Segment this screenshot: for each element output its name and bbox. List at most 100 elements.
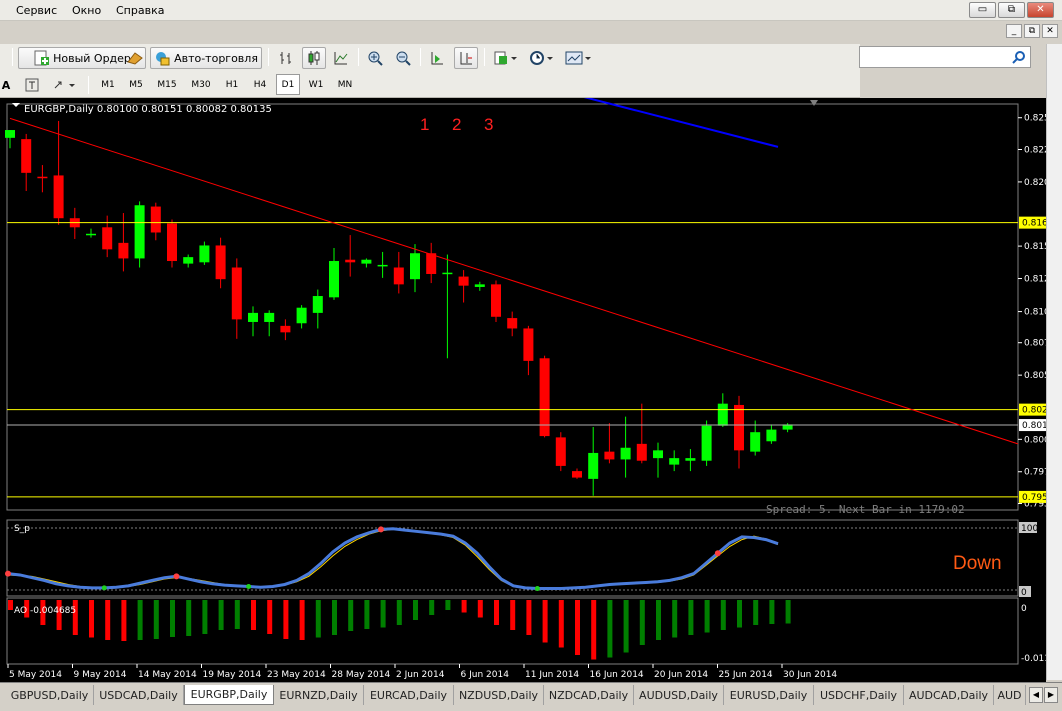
- search-input[interactable]: [859, 46, 1031, 68]
- zoom-in-icon[interactable]: [364, 47, 386, 69]
- symbol-tab-audusd[interactable]: AUDUSD,Daily: [634, 685, 724, 705]
- menu-bar: Сервис Окно Справка ▭ ⧉ ✕: [0, 0, 1062, 21]
- ao-bar: [315, 600, 321, 638]
- candle-body: [442, 272, 453, 275]
- expert-icon[interactable]: [124, 47, 146, 69]
- close-button[interactable]: ✕: [1027, 2, 1054, 18]
- timeframe-m15[interactable]: M15: [152, 74, 182, 95]
- stoch-label: S_p: [14, 524, 30, 534]
- new-order-icon: [34, 50, 50, 66]
- date-label: 25 Jun 2014: [719, 670, 773, 680]
- candlestick-icon[interactable]: [302, 47, 326, 69]
- tab-scroll-right-icon[interactable]: ▶: [1044, 687, 1058, 703]
- search-icon[interactable]: [1012, 50, 1026, 64]
- timeframe-h1[interactable]: H1: [220, 74, 244, 95]
- stoch-scale-0: 0: [1021, 588, 1027, 598]
- minimize-button[interactable]: ▭: [969, 2, 996, 18]
- ao-bar: [672, 600, 678, 638]
- timeframe-m30[interactable]: M30: [186, 74, 216, 95]
- symbol-tab-usdcad[interactable]: USDCAD,Daily: [94, 685, 184, 705]
- candle-body: [377, 264, 388, 267]
- vertical-scrollbar[interactable]: [1046, 44, 1062, 680]
- candle-body: [426, 253, 437, 274]
- ao-bar: [137, 600, 143, 640]
- candle-body: [734, 404, 744, 451]
- autotrade-button[interactable]: Авто-торговля: [150, 47, 262, 69]
- stochastic-panel: [5, 526, 1018, 592]
- tab-scroll-left-icon[interactable]: ◀: [1029, 687, 1043, 703]
- restore-button[interactable]: ⧉: [998, 2, 1025, 18]
- mdi-restore-button[interactable]: ⧉: [1024, 24, 1040, 38]
- candle-body: [669, 458, 680, 465]
- timeframe-h4[interactable]: H4: [248, 74, 272, 95]
- arrows-icon[interactable]: [50, 74, 80, 96]
- date-label: 9 May 2014: [74, 670, 127, 680]
- timeframe-w1[interactable]: W1: [304, 74, 328, 95]
- mdi-close-button[interactable]: ✕: [1042, 24, 1058, 38]
- ao-bar: [380, 600, 386, 628]
- ao-bar: [170, 600, 175, 637]
- ao-bar: [202, 600, 208, 634]
- candle-body: [539, 358, 550, 437]
- chart-window[interactable]: 0.82505 0.82260 0.82010 0.81515 0.81265 0.810…: [0, 98, 1046, 682]
- price-label: 0.82505: [1024, 114, 1046, 124]
- text-label-icon[interactable]: [22, 74, 42, 96]
- symbol-tab-eurcad[interactable]: EURCAD,Daily: [364, 685, 454, 705]
- timeframe-d1[interactable]: D1: [276, 74, 300, 95]
- menu-window[interactable]: Окно: [72, 4, 101, 17]
- symbol-tab-aud[interactable]: AUD: [994, 685, 1026, 705]
- candle-body: [118, 242, 129, 259]
- candle-body: [750, 432, 761, 452]
- stoch-signal-dot: [714, 550, 721, 557]
- indicators-icon[interactable]: [490, 47, 520, 69]
- candle-body: [507, 318, 518, 329]
- ao-bar: [364, 600, 370, 629]
- date-label: 6 Jun 2014: [461, 670, 510, 680]
- symbol-tab-eurnzd[interactable]: EURNZD,Daily: [274, 685, 364, 705]
- zoom-out-icon[interactable]: [392, 47, 414, 69]
- timeframe-m5[interactable]: M5: [124, 74, 148, 95]
- candle-body: [523, 328, 534, 361]
- mdi-minimize-button[interactable]: _: [1006, 24, 1022, 38]
- date-label: 20 Jun 2014: [654, 670, 708, 680]
- symbol-tab-audcad[interactable]: AUDCAD,Daily: [904, 685, 994, 705]
- ao-bar: [526, 600, 532, 635]
- ao-bar: [251, 600, 256, 630]
- symbol-tab-eurgbp[interactable]: EURGBP,Daily: [184, 685, 274, 705]
- ao-bar: [121, 600, 127, 641]
- candle-body: [361, 259, 372, 264]
- timeframe-m1[interactable]: M1: [96, 74, 120, 95]
- symbol-tab-eurusd[interactable]: EURUSD,Daily: [724, 685, 814, 705]
- line-chart-icon[interactable]: [330, 47, 352, 69]
- periods-icon[interactable]: [526, 47, 556, 69]
- chart-canvas[interactable]: 0.82505 0.82260 0.82010 0.81515 0.81265 0.810…: [0, 98, 1046, 682]
- price-label: 0.81010: [1024, 308, 1046, 318]
- candle-body: [312, 296, 323, 313]
- symbol-tab-nzdcad[interactable]: NZDCAD,Daily: [544, 685, 634, 705]
- chart-menu-icon[interactable]: [12, 103, 20, 107]
- ao-bar: [332, 600, 337, 635]
- candle-body: [572, 471, 582, 478]
- templates-icon[interactable]: [562, 47, 594, 69]
- menu-service[interactable]: Сервис: [16, 4, 57, 17]
- symbol-tab-usdchf[interactable]: USDCHF,Daily: [814, 685, 904, 705]
- price-label: 0.81515: [1024, 242, 1046, 252]
- chart-shift-icon[interactable]: [454, 47, 478, 69]
- symbol-tab-nzdusd[interactable]: NZDUSD,Daily: [454, 685, 544, 705]
- autoscroll-icon[interactable]: [426, 47, 448, 69]
- symbol-tab-gbpusd[interactable]: GBPUSD,Daily: [6, 685, 94, 705]
- bar-chart-icon[interactable]: [275, 47, 297, 69]
- candle-body: [717, 403, 728, 426]
- ao-bar: [769, 600, 775, 624]
- ao-scale-0: 0: [1021, 604, 1027, 614]
- trend-line[interactable]: [9, 117, 1019, 445]
- stoch-signal-dot: [173, 573, 180, 580]
- timeframe-mn[interactable]: MN: [332, 74, 358, 95]
- blue-line[interactable]: [556, 98, 779, 148]
- text-tool-icon[interactable]: A: [0, 74, 12, 96]
- price-label: 0.80770: [1024, 339, 1046, 349]
- shift-marker-icon[interactable]: [810, 100, 818, 106]
- ao-bar: [558, 600, 564, 648]
- menu-help[interactable]: Справка: [116, 4, 164, 17]
- annotation-1: 1: [420, 115, 429, 134]
